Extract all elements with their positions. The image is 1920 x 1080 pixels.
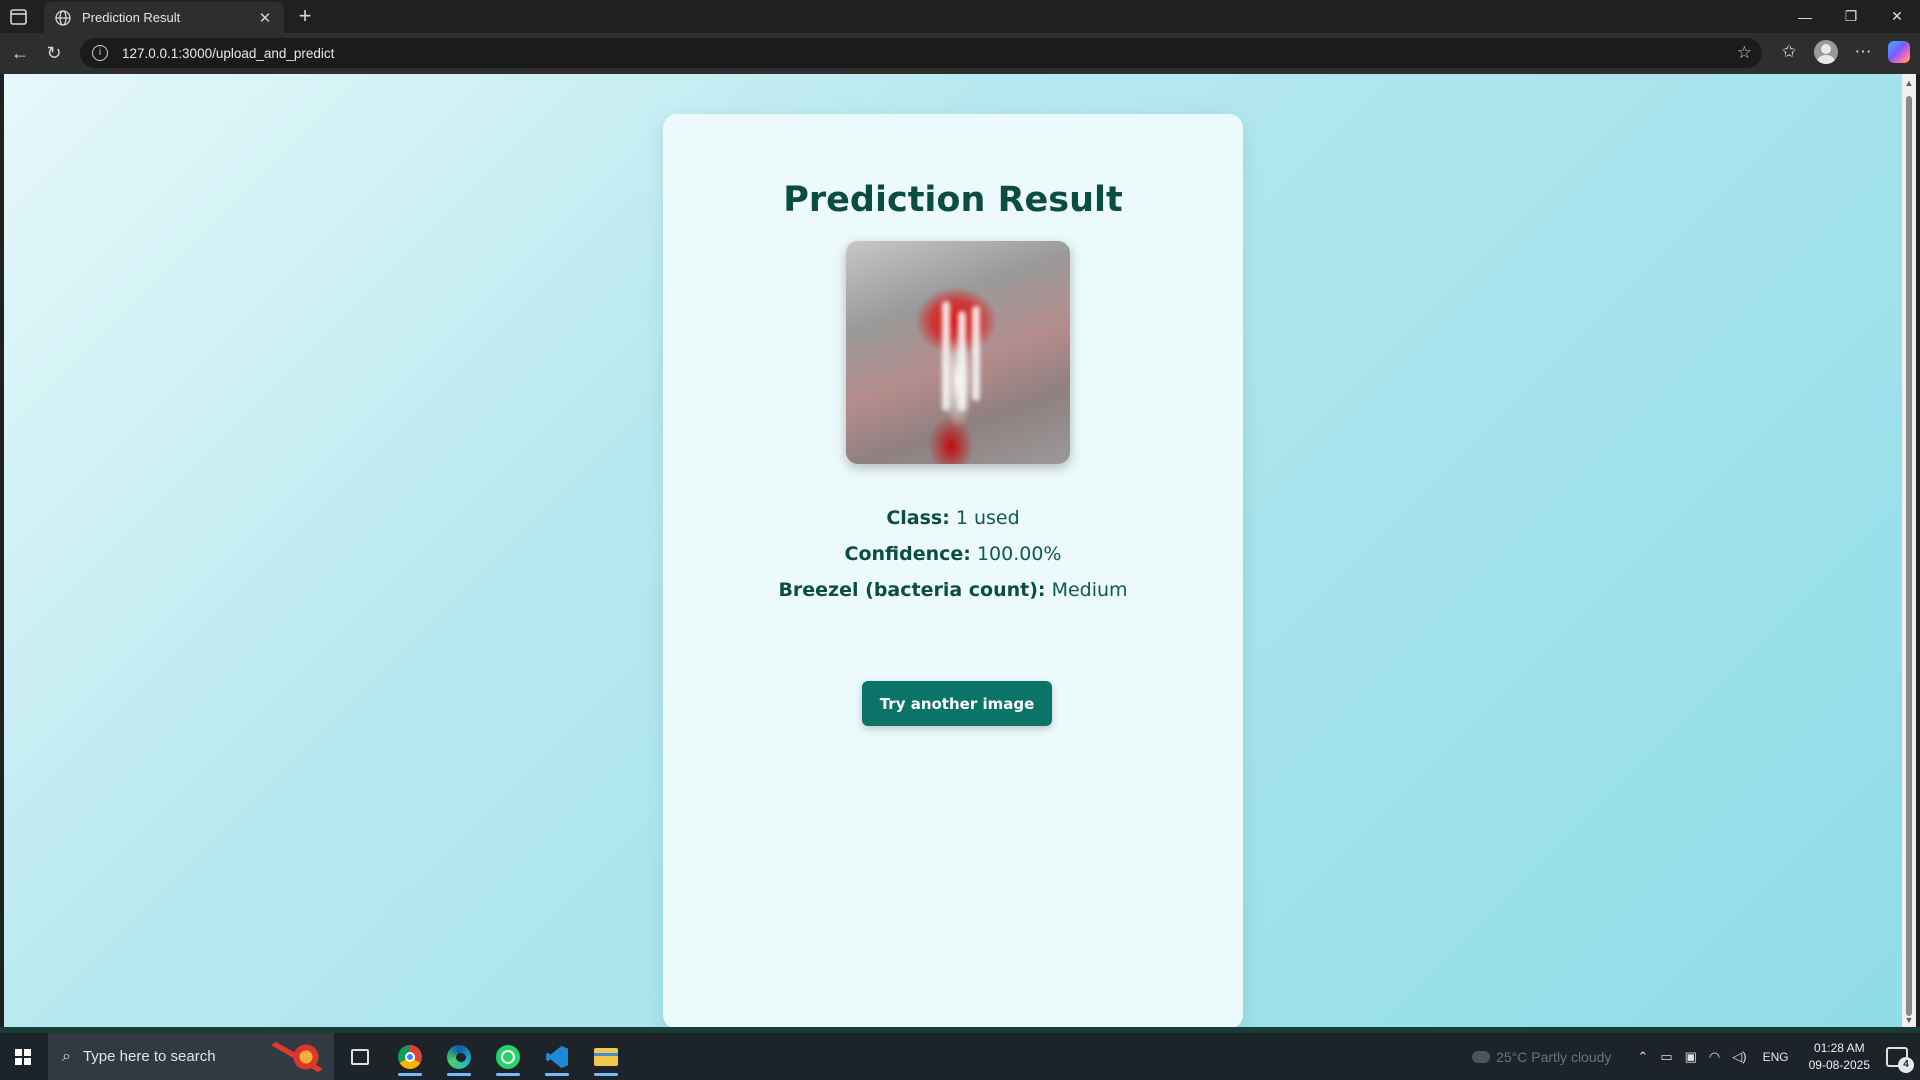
restore-button[interactable]: ❐ (1828, 0, 1874, 33)
window-controls: — ❐ ✕ (1782, 0, 1920, 33)
more-menu-icon[interactable]: ⋯ (1850, 39, 1876, 65)
whatsapp-taskbar-button[interactable] (488, 1038, 528, 1076)
back-icon[interactable]: ← (8, 42, 32, 66)
scrollbar-thumb[interactable] (1906, 96, 1912, 1016)
image-detail (958, 311, 966, 411)
chrome-taskbar-button[interactable] (390, 1038, 430, 1076)
confidence-label: Confidence: (844, 543, 971, 565)
page-title: Prediction Result (783, 180, 1123, 220)
tab-actions-icon[interactable] (8, 7, 30, 27)
globe-icon (55, 9, 71, 26)
try-another-image-button[interactable]: Try another image (862, 681, 1052, 726)
browser-toolbar: ← ↻ i 127.0.0.1:3000/upload_and_predict … (0, 33, 1920, 74)
whatsapp-icon (496, 1045, 520, 1069)
image-detail (942, 301, 950, 411)
minimize-button[interactable]: — (1782, 0, 1828, 33)
site-info-icon[interactable]: i (92, 45, 108, 61)
task-view-icon (351, 1049, 369, 1065)
class-value: 1 used (955, 507, 1020, 529)
new-tab-button[interactable]: + (292, 4, 318, 30)
search-highlight-icon (266, 1041, 328, 1073)
close-window-button[interactable]: ✕ (1874, 0, 1920, 33)
weather-text: 25°C Partly cloudy (1496, 1048, 1612, 1065)
chrome-icon (398, 1045, 422, 1069)
browser-right-tools: ✩ ⋯ (1776, 39, 1910, 65)
address-bar[interactable]: i 127.0.0.1:3000/upload_and_predict ☆ (80, 38, 1762, 68)
volume-icon[interactable]: ◁) (1732, 1049, 1746, 1065)
tab-title: Prediction Result (82, 10, 181, 25)
battery-icon[interactable]: ▭ (1660, 1049, 1672, 1065)
breezel-value: Medium (1051, 579, 1128, 601)
confidence-value: 100.00% (976, 543, 1062, 565)
edge-icon (447, 1045, 471, 1069)
cloud-icon (1472, 1050, 1491, 1063)
notification-center-icon[interactable]: 4 (1886, 1046, 1914, 1073)
favorites-icon[interactable]: ✩ (1776, 39, 1802, 65)
show-hidden-icons-icon[interactable]: ⌃ (1637, 1049, 1648, 1065)
class-label: Class: (886, 507, 950, 529)
browser-tab-bar: Prediction Result ✕ + — ❐ ✕ (0, 0, 1920, 33)
image-detail (972, 306, 980, 401)
task-view-button[interactable] (340, 1038, 380, 1076)
favorite-star-icon[interactable]: ☆ (1737, 43, 1752, 63)
wifi-icon[interactable]: ◠ (1709, 1049, 1720, 1065)
search-placeholder: Type here to search (82, 1048, 216, 1065)
notification-count: 4 (1898, 1056, 1914, 1073)
browser-tab[interactable]: Prediction Result ✕ (44, 2, 284, 33)
windows-logo-icon (15, 1048, 31, 1065)
profile-avatar[interactable] (1814, 40, 1838, 64)
breezel-line: Breezel (bacteria count): Medium (663, 579, 1243, 601)
class-line: Class: 1 used (663, 507, 1243, 529)
clock[interactable]: 01:28 AM 09-08-2025 (1809, 1040, 1870, 1074)
folder-icon (594, 1048, 618, 1066)
taskbar: ⌕ Type here to search 25°C Partly cloudy… (0, 1033, 1920, 1080)
language-indicator[interactable]: ENG (1763, 1050, 1789, 1064)
vscode-taskbar-button[interactable] (537, 1038, 577, 1076)
result-card: Prediction Result Class: 1 used Confiden… (663, 114, 1243, 1029)
weather-widget[interactable]: 25°C Partly cloudy (1472, 1049, 1611, 1065)
search-icon: ⌕ (62, 1047, 71, 1065)
page-scrollbar[interactable]: ▲ ▼ (1902, 74, 1916, 1029)
page-viewport: Prediction Result Class: 1 used Confiden… (4, 74, 1902, 1029)
scroll-down-icon[interactable]: ▼ (1904, 1015, 1914, 1025)
copilot-icon[interactable] (1888, 41, 1910, 63)
vscode-icon (546, 1046, 568, 1068)
edge-taskbar-button[interactable] (439, 1038, 479, 1076)
clock-time: 01:28 AM (1813, 1040, 1865, 1055)
breezel-label: Breezel (bacteria count): (778, 579, 1046, 601)
file-explorer-taskbar-button[interactable] (586, 1038, 626, 1076)
meet-now-icon[interactable]: ▣ (1685, 1049, 1697, 1065)
url-text[interactable]: 127.0.0.1:3000/upload_and_predict (122, 46, 334, 61)
taskbar-search[interactable]: ⌕ Type here to search (48, 1033, 334, 1080)
uploaded-image (846, 241, 1070, 464)
tab-close-icon[interactable]: ✕ (256, 9, 274, 27)
system-tray: 25°C Partly cloudy ⌃ ▭ ▣ ◠ ◁) ENG 01:28 … (1472, 1033, 1920, 1080)
clock-date: 09-08-2025 (1808, 1057, 1870, 1072)
reload-icon[interactable]: ↻ (42, 42, 66, 66)
confidence-line: Confidence: 100.00% (663, 543, 1243, 565)
scroll-up-icon[interactable]: ▲ (1904, 78, 1914, 88)
start-button[interactable] (0, 1033, 46, 1080)
